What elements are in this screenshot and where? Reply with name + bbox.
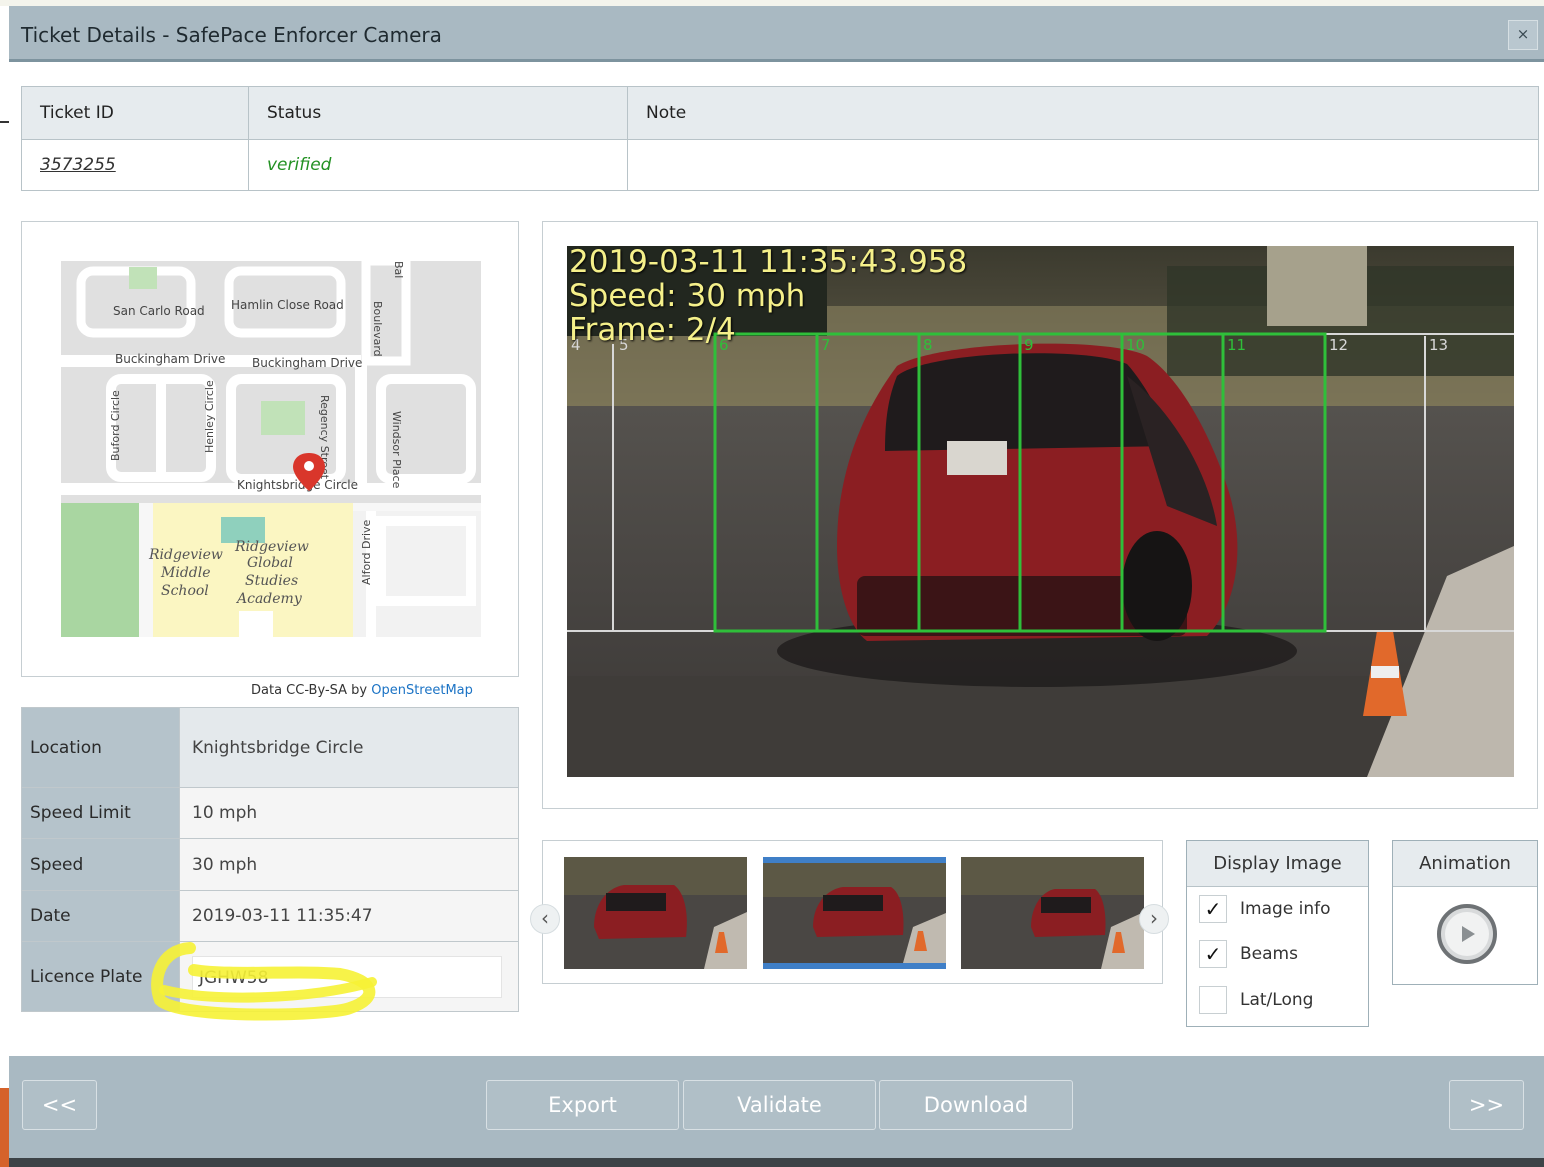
thumbnail-image-3 bbox=[961, 857, 1144, 969]
map-label-knightsbridge: Knightsbridge Circle bbox=[237, 478, 358, 492]
map-label-windsor: Windsor Place bbox=[390, 411, 403, 489]
map-label-henley: Henley Circle bbox=[203, 380, 216, 453]
beam-label-7: 7 bbox=[821, 336, 831, 354]
speed-value: 30 mph bbox=[179, 838, 519, 891]
image-info-checkbox[interactable]: ✓ bbox=[1199, 895, 1227, 923]
close-button[interactable]: × bbox=[1508, 20, 1538, 50]
map-label-school-2-c: Studies bbox=[245, 573, 298, 589]
animation-panel: Animation bbox=[1392, 840, 1538, 985]
thumbnail-strip bbox=[542, 840, 1163, 984]
map-label-boulevard: Boulevard bbox=[371, 301, 384, 357]
table-row: 3573255 verified bbox=[21, 138, 1539, 191]
thumbnail-image-1 bbox=[564, 857, 747, 969]
beam-label-8: 8 bbox=[923, 336, 933, 354]
thumbnail-frame-3[interactable] bbox=[961, 857, 1144, 969]
map-label-buckingham-1: Buckingham Drive bbox=[115, 352, 225, 366]
display-image-panel: Display Image ✓ Image info ✓ Beams Lat/L… bbox=[1186, 840, 1369, 1027]
map-label-hamlin: Hamlin Close Road bbox=[231, 298, 344, 312]
image-speed-overlay: Speed: 30 mph bbox=[569, 278, 806, 314]
camera-image[interactable]: 4 5 6 7 8 9 10 11 12 13 2019-03-11 11:35… bbox=[567, 246, 1514, 777]
map-label-school-2-b: Global bbox=[247, 555, 293, 571]
col-header-note: Note bbox=[627, 86, 1539, 140]
close-icon: × bbox=[1516, 25, 1530, 43]
date-label: Date bbox=[21, 890, 180, 942]
beam-label-12: 12 bbox=[1329, 336, 1348, 354]
lat-long-checkbox[interactable] bbox=[1199, 986, 1227, 1014]
camera-image-panel: 4 5 6 7 8 9 10 11 12 13 2019-03-11 11:35… bbox=[542, 221, 1538, 809]
map-credit-text: Data CC-By-SA by bbox=[251, 683, 372, 698]
col-header-status: Status bbox=[248, 86, 628, 140]
side-accent bbox=[0, 1088, 9, 1167]
map-label-buford: Buford Circle bbox=[109, 390, 122, 461]
chevron-left-icon: ‹ bbox=[541, 906, 549, 930]
speed-limit-value: 10 mph bbox=[179, 787, 519, 839]
thumbnail-next-button[interactable]: › bbox=[1139, 904, 1169, 934]
status-badge: verified bbox=[267, 154, 332, 175]
info-row-speed-limit: Speed Limit 10 mph bbox=[21, 787, 519, 839]
play-icon[interactable] bbox=[1437, 904, 1497, 964]
lat-long-label: Lat/Long bbox=[1240, 990, 1314, 1010]
map-label-school-2-d: Academy bbox=[235, 591, 303, 607]
info-row-location: Location Knightsbridge Circle bbox=[21, 707, 519, 788]
previous-ticket-button[interactable]: << bbox=[22, 1080, 97, 1130]
plate-label: Licence Plate bbox=[21, 941, 180, 1012]
col-header-ticket-id: Ticket ID bbox=[21, 86, 249, 140]
map-label-san-carlo: San Carlo Road bbox=[113, 304, 205, 318]
thumbnail-prev-button[interactable]: ‹ bbox=[530, 904, 560, 934]
info-row-plate: Licence Plate JGHW58 bbox=[21, 941, 519, 1012]
ticket-table-header: Ticket ID Status Note bbox=[21, 86, 1539, 140]
beam-label-10: 10 bbox=[1126, 336, 1145, 354]
title-bar: Ticket Details - SafePace Enforcer Camer… bbox=[9, 6, 1544, 62]
ticket-table: Ticket ID Status Note 3573255 verified bbox=[21, 86, 1539, 191]
chevron-right-icon: › bbox=[1150, 906, 1158, 930]
speed-label: Speed bbox=[21, 838, 180, 891]
footer-strip bbox=[9, 1158, 1544, 1167]
map-label-bal: Bal bbox=[392, 261, 405, 278]
next-ticket-button[interactable]: >> bbox=[1449, 1080, 1524, 1130]
map-label-school-1-c: School bbox=[161, 583, 209, 599]
map-label-buckingham-2: Buckingham Drive bbox=[252, 356, 362, 370]
info-row-date: Date 2019-03-11 11:35:47 bbox=[21, 890, 519, 942]
image-info-label: Image info bbox=[1240, 899, 1331, 919]
image-timestamp-overlay: 2019-03-11 11:35:43.958 bbox=[569, 246, 968, 280]
map-label-school-1-b: Middle bbox=[160, 565, 211, 581]
date-value: 2019-03-11 11:35:47 bbox=[179, 890, 519, 942]
export-button[interactable]: Export bbox=[486, 1080, 679, 1130]
map-panel: San Carlo Road Hamlin Close Road Bucking… bbox=[21, 221, 519, 677]
thumbnail-frame-2[interactable] bbox=[763, 857, 946, 969]
footer-bar: << Export Validate Download >> bbox=[9, 1056, 1544, 1158]
validate-button[interactable]: Validate bbox=[683, 1080, 876, 1130]
speed-limit-label: Speed Limit bbox=[21, 787, 180, 839]
image-frame-overlay: Frame: 2/4 bbox=[569, 312, 736, 348]
map-label-alford: Alford Drive bbox=[360, 519, 373, 585]
location-label: Location bbox=[21, 707, 180, 788]
beam-label-11: 11 bbox=[1227, 336, 1246, 354]
download-button[interactable]: Download bbox=[879, 1080, 1073, 1130]
openstreetmap-link[interactable]: OpenStreetMap bbox=[371, 683, 473, 698]
note-cell bbox=[627, 138, 1539, 191]
plate-input[interactable]: JGHW58 bbox=[192, 955, 502, 998]
location-map[interactable]: San Carlo Road Hamlin Close Road Bucking… bbox=[61, 261, 481, 637]
animation-title: Animation bbox=[1393, 841, 1537, 887]
beam-label-13: 13 bbox=[1429, 336, 1448, 354]
map-label-school-2-a: Ridgeview bbox=[234, 539, 309, 555]
window-title: Ticket Details - SafePace Enforcer Camer… bbox=[21, 23, 442, 47]
display-image-title: Display Image bbox=[1187, 841, 1368, 887]
ticket-id-link[interactable]: 3573255 bbox=[40, 155, 116, 175]
map-label-school-1-a: Ridgeview bbox=[148, 547, 223, 563]
thumbnail-frame-1[interactable] bbox=[564, 857, 747, 969]
ticket-info-table: Location Knightsbridge Circle Speed Limi… bbox=[21, 707, 519, 1012]
map-credit: Data CC-By-SA by OpenStreetMap bbox=[251, 683, 473, 698]
location-value: Knightsbridge Circle bbox=[179, 707, 519, 788]
beams-checkbox[interactable]: ✓ bbox=[1199, 940, 1227, 968]
beams-label: Beams bbox=[1240, 944, 1298, 964]
info-row-speed: Speed 30 mph bbox=[21, 838, 519, 891]
beam-label-9: 9 bbox=[1024, 336, 1034, 354]
thumbnail-image-2 bbox=[763, 863, 946, 963]
map-canvas: San Carlo Road Hamlin Close Road Bucking… bbox=[61, 261, 481, 637]
